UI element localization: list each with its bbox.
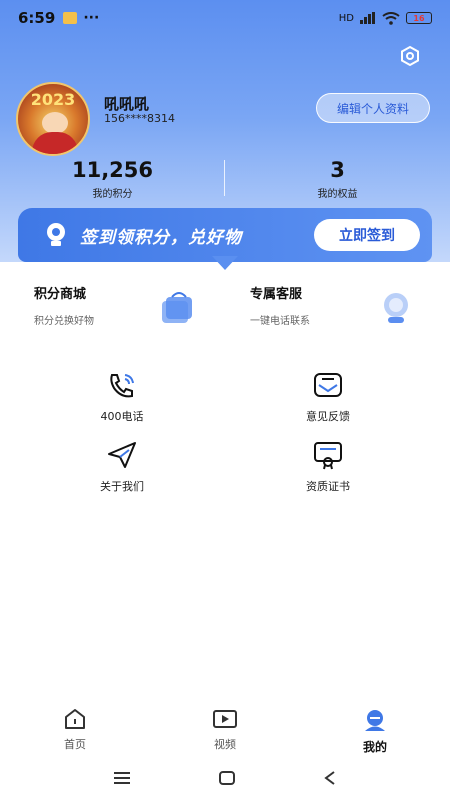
wifi-icon: [382, 11, 400, 25]
tab-video-label: 视频: [214, 738, 236, 751]
status-time: 6:59: [18, 9, 56, 27]
benefits-label: 我的权益: [317, 189, 358, 200]
feedback-label: 意见反馈: [306, 410, 350, 423]
badge-icon: [47, 223, 65, 246]
notification-app-icon: [63, 12, 78, 24]
about-us-button[interactable]: 关于我们: [62, 440, 182, 494]
tab-home-label: 首页: [64, 738, 86, 751]
customer-service-card[interactable]: 专属客服 一键电话联系: [250, 283, 450, 333]
status-right: HD 16: [338, 11, 432, 25]
avatar-body: [32, 132, 78, 154]
certificate-icon: [314, 442, 342, 470]
tab-home[interactable]: 首页: [0, 700, 150, 760]
settings-button[interactable]: [398, 44, 422, 68]
points-value: 11,256: [71, 158, 154, 182]
system-nav-bar: [0, 762, 450, 794]
tab-video[interactable]: 视频: [150, 700, 300, 760]
points-stat[interactable]: 11,256 我的积分: [0, 158, 225, 200]
points-mall-subtitle: 积分兑换好物: [34, 316, 94, 327]
signal-icon: [360, 12, 375, 24]
hotline-label: 400电话: [100, 410, 144, 423]
status-bar: 6:59 ··· HD 16: [0, 0, 450, 36]
home-square-icon[interactable]: [218, 770, 236, 786]
edit-profile-button[interactable]: 编辑个人资料: [316, 93, 430, 123]
points-label: 我的积分: [92, 189, 133, 200]
benefits-value: 3: [330, 158, 345, 182]
more-notifications: ···: [83, 10, 100, 26]
hexagon-settings-icon: [401, 45, 419, 67]
network-type: HD: [338, 12, 354, 24]
bottom-tab-bar: 首页 视频 我的: [0, 700, 450, 760]
certificate-button[interactable]: 资质证书: [268, 440, 388, 494]
avatar-year: 2023: [30, 90, 76, 109]
hotline-button[interactable]: 400电话: [62, 370, 182, 424]
tab-profile-label: 我的: [362, 740, 387, 754]
menu-icon[interactable]: [113, 771, 131, 785]
phone-icon: [110, 374, 134, 398]
tab-profile[interactable]: 我的: [300, 700, 450, 760]
battery-indicator: 16: [406, 12, 432, 24]
profile-icon: [365, 710, 385, 731]
headset-icon: [384, 293, 408, 323]
about-us-label: 关于我们: [100, 480, 144, 493]
points-mall-title: 积分商城: [34, 287, 87, 302]
video-icon: [213, 710, 237, 728]
certificate-label: 资质证书: [306, 480, 350, 493]
signin-banner[interactable]: 签到领积分，兑好物 立即签到: [18, 208, 432, 262]
banner-pointer: [212, 256, 238, 270]
avatar[interactable]: 2023: [16, 82, 90, 156]
feedback-button[interactable]: 意见反馈: [268, 370, 388, 424]
points-mall-card[interactable]: 积分商城 积分兑换好物: [34, 283, 234, 333]
home-icon: [65, 709, 85, 729]
benefits-stat[interactable]: 3 我的权益: [225, 158, 450, 200]
username: 吼吼吼: [104, 95, 150, 113]
customer-service-title: 专属客服: [250, 287, 303, 302]
back-icon[interactable]: [323, 770, 337, 786]
user-phone: 156****8314: [104, 112, 175, 125]
signin-text: 签到领积分，兑好物: [80, 227, 242, 248]
customer-service-subtitle: 一键电话联系: [250, 316, 310, 327]
signin-button[interactable]: 立即签到: [314, 219, 420, 251]
shopping-bag-icon: [162, 292, 192, 323]
feedback-icon: [314, 373, 342, 397]
avatar-face: [42, 112, 68, 134]
send-icon: [108, 442, 136, 468]
